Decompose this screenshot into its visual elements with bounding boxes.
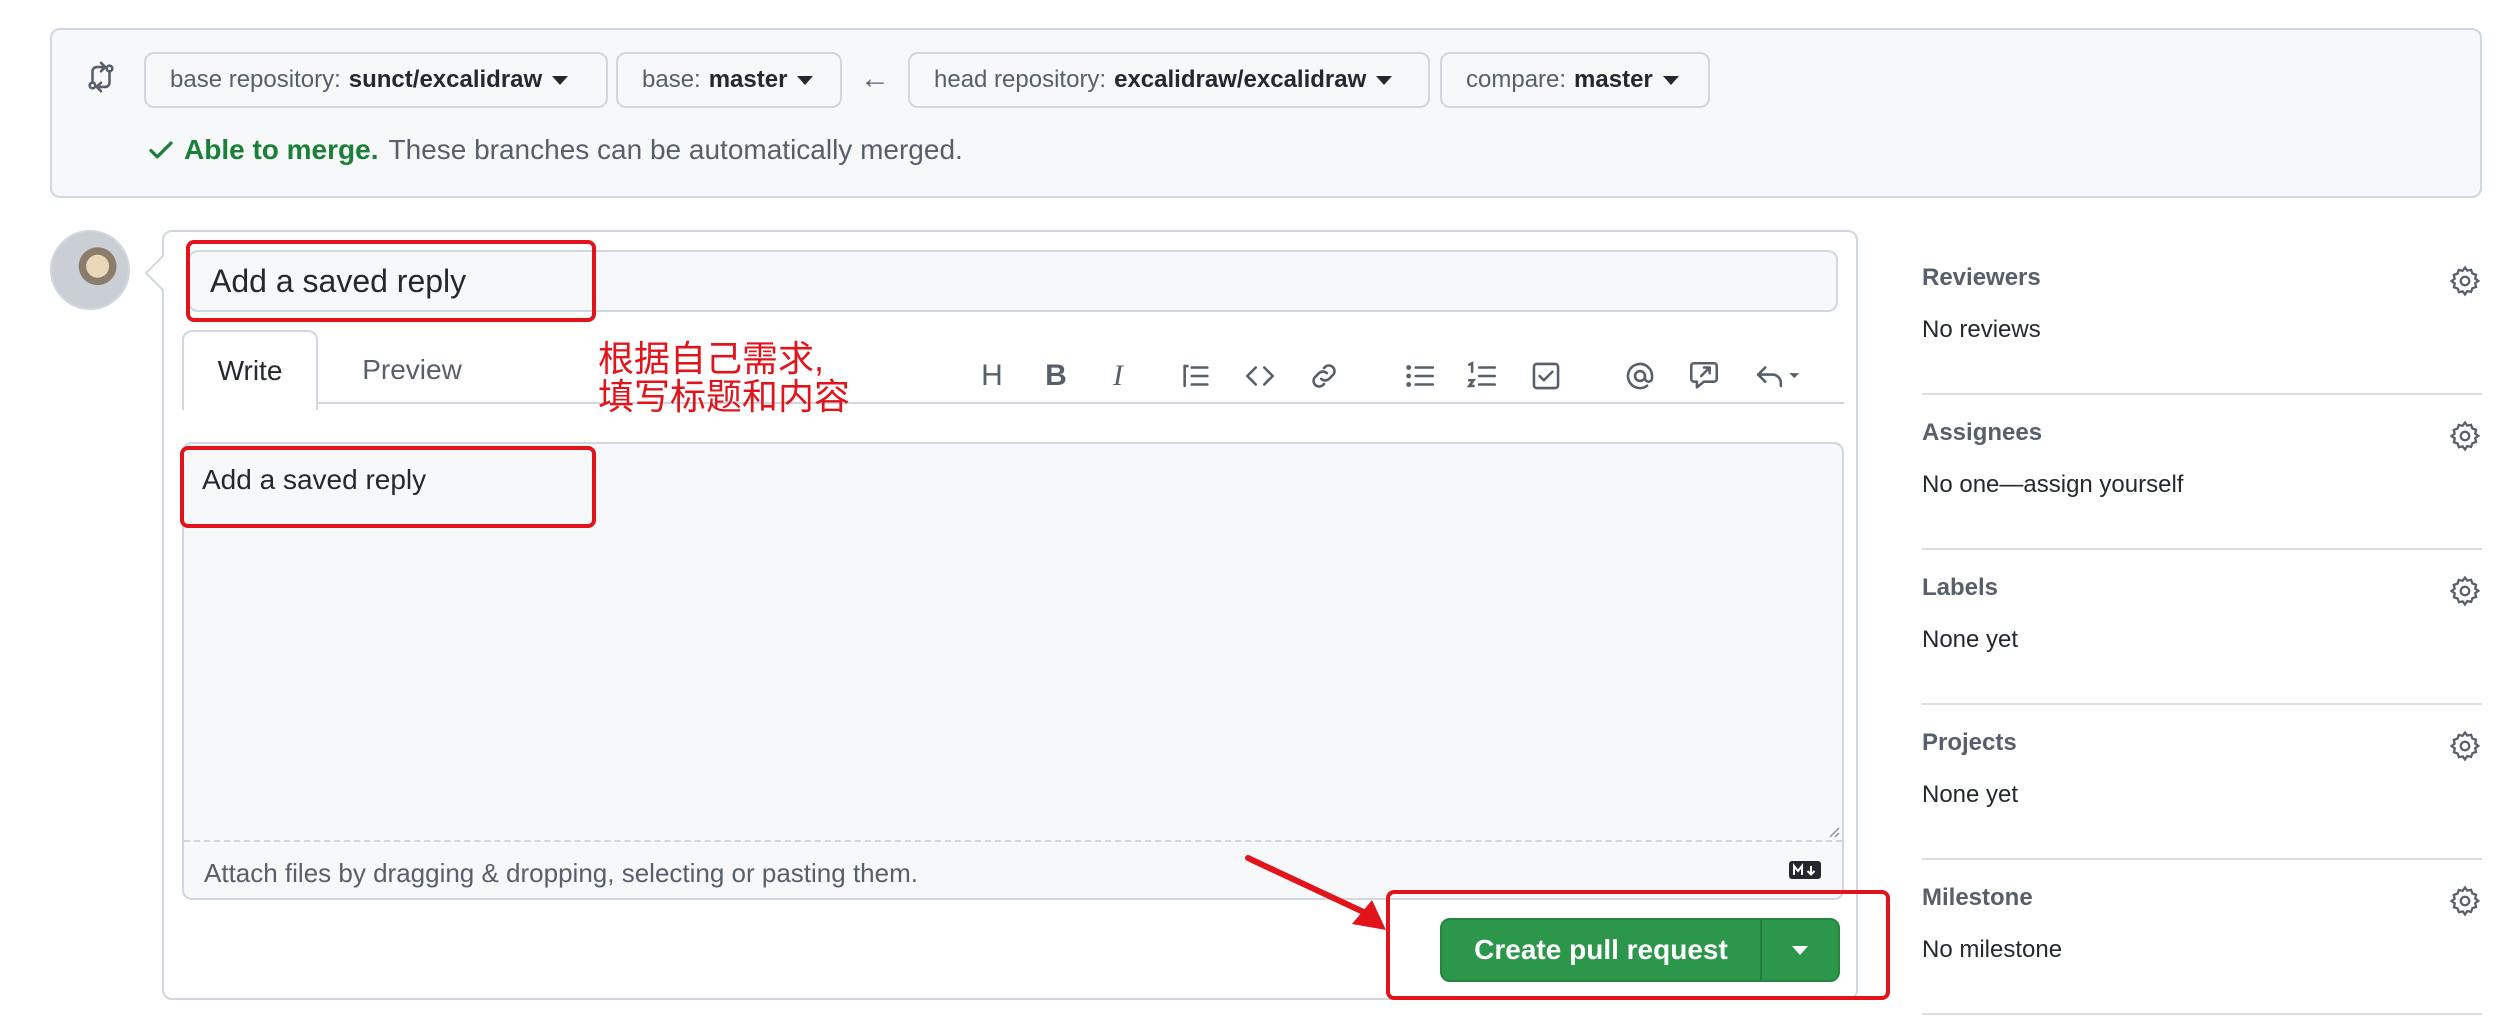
sidebar-value: None yet — [1922, 781, 2019, 808]
attach-files-hint[interactable]: Attach files by dragging & dropping, sel… — [204, 858, 918, 889]
base-branch-value: master — [708, 66, 788, 93]
compare-branch-select[interactable]: compare: master — [1440, 52, 1710, 108]
unordered-list-icon[interactable] — [1402, 358, 1438, 394]
merge-message: These branches can be automatically merg… — [388, 134, 963, 165]
base-branch-select[interactable]: base: master — [616, 52, 842, 108]
gear-icon[interactable] — [2448, 884, 2482, 918]
task-list-icon[interactable] — [1528, 358, 1564, 394]
pull-request-form: Add a saved reply Write Preview H B I Ad… — [162, 230, 1858, 1000]
head-repo-value: excalidraw/excalidraw — [1114, 66, 1367, 93]
chevron-down-icon — [552, 75, 569, 85]
attach-divider — [184, 840, 1842, 842]
annotation-line-2: 填写标题和内容 — [598, 376, 851, 417]
annotation-note: 根据自己需求, 填写标题和内容 — [598, 340, 850, 416]
chevron-down-icon — [1376, 75, 1393, 85]
sidebar-assignees: Assignees No one—assign yourself — [1922, 395, 2482, 550]
merge-ok-text: Able to merge. — [184, 134, 379, 165]
sidebar-title[interactable]: Projects — [1922, 729, 2017, 757]
link-icon[interactable] — [1306, 358, 1342, 394]
code-icon[interactable] — [1242, 358, 1278, 394]
sidebar-value: None yet — [1922, 626, 2019, 653]
arrow-left-icon: ← — [860, 62, 890, 95]
compare-bar: base repository: sunct/excalidraw base: … — [50, 28, 2482, 198]
head-repository-select[interactable]: head repository: excalidraw/excalidraw — [908, 52, 1430, 108]
compare-branch-value: master — [1574, 66, 1653, 93]
gear-icon[interactable] — [2448, 264, 2482, 298]
italic-icon[interactable]: I — [1100, 358, 1136, 394]
bold-icon[interactable]: B — [1038, 358, 1074, 394]
git-compare-icon — [88, 61, 114, 93]
editor-tabs: Write Preview — [182, 330, 1844, 410]
annotation-line-1: 根据自己需求, — [598, 338, 825, 379]
gear-icon[interactable] — [2448, 574, 2482, 608]
gear-icon[interactable] — [2448, 729, 2482, 763]
annotation-box-title — [186, 240, 596, 322]
sidebar-title[interactable]: Milestone — [1922, 884, 2033, 912]
sidebar-title[interactable]: Reviewers — [1922, 264, 2041, 292]
merge-status: Able to merge. These branches can be aut… — [146, 134, 963, 166]
sidebar: Reviewers No reviews Assignees No one—as… — [1922, 240, 2482, 1015]
mention-icon[interactable] — [1622, 358, 1658, 394]
gear-icon[interactable] — [2448, 419, 2482, 453]
tab-write[interactable]: Write — [182, 330, 318, 410]
sidebar-reviewers: Reviewers No reviews — [1922, 240, 2482, 395]
chevron-down-icon — [1662, 75, 1679, 85]
markdown-icon[interactable] — [1788, 858, 1822, 882]
chevron-down-icon — [797, 75, 814, 85]
heading-icon[interactable]: H — [974, 358, 1010, 394]
sidebar-value: No milestone — [1922, 936, 2063, 963]
base-repository-select[interactable]: base repository: sunct/excalidraw — [144, 52, 608, 108]
sidebar-title[interactable]: Assignees — [1922, 419, 2042, 447]
base-repo-label: base repository: — [170, 66, 341, 93]
sidebar-labels: Labels None yet — [1922, 550, 2482, 705]
sidebar-milestone: Milestone No milestone — [1922, 860, 2482, 1015]
sidebar-value[interactable]: No one—assign yourself — [1922, 471, 2183, 499]
avatar[interactable] — [50, 230, 130, 310]
reference-icon[interactable] — [1686, 358, 1722, 394]
saved-reply-icon[interactable] — [1750, 358, 1806, 394]
base-branch-label: base: — [642, 66, 701, 93]
check-icon — [149, 141, 173, 159]
ordered-list-icon[interactable] — [1464, 358, 1500, 394]
annotation-box-body — [180, 446, 596, 528]
sidebar-title[interactable]: Labels — [1922, 574, 1998, 602]
resize-handle-icon[interactable] — [1824, 822, 1840, 838]
sidebar-projects: Projects None yet — [1922, 705, 2482, 860]
compare-branch-label: compare: — [1466, 66, 1567, 93]
quote-icon[interactable] — [1178, 358, 1214, 394]
head-repo-label: head repository: — [934, 66, 1107, 93]
sidebar-value: No reviews — [1922, 316, 2041, 343]
base-repo-value: sunct/excalidraw — [348, 66, 543, 93]
annotation-box-submit — [1386, 890, 1890, 1000]
tab-preview[interactable]: Preview — [332, 330, 492, 410]
annotation-arrow-icon — [1245, 855, 1386, 930]
